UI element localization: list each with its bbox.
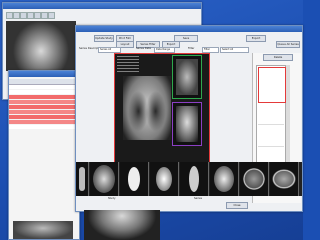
chest-xray-image: [123, 76, 171, 140]
main-viewer-window[interactable]: Update Study Print Film Save Export Layo…: [75, 25, 303, 212]
series-date-label: Series Date: [136, 47, 152, 50]
delete-button[interactable]: Delete: [263, 54, 293, 61]
queue-all-series-button[interactable]: Queue All Series: [276, 41, 300, 48]
list-row[interactable]: [9, 110, 79, 114]
list-row[interactable]: [9, 95, 79, 99]
zoom-icon[interactable]: [13, 12, 20, 19]
back-window-toolbar: [6, 12, 66, 19]
list-row[interactable]: [9, 85, 79, 89]
grid-icon[interactable]: [48, 12, 55, 19]
back-window-titlebar[interactable]: [3, 3, 201, 9]
ct-abdomen-icon[interactable]: [270, 162, 299, 196]
list-window-titlebar[interactable]: [9, 71, 79, 77]
thumbnail-strip[interactable]: [76, 162, 302, 196]
pan-icon[interactable]: [20, 12, 27, 19]
list-row[interactable]: [9, 115, 79, 119]
close-button[interactable]: Close: [226, 202, 248, 209]
list-row[interactable]: [9, 100, 79, 104]
tertiary-viewer-frame[interactable]: [172, 102, 202, 146]
list-row[interactable]: [9, 90, 79, 94]
slot-item[interactable]: [258, 126, 284, 147]
list-row[interactable]: [9, 125, 79, 129]
study-list-window[interactable]: [8, 70, 80, 240]
filter-label: Filter: [188, 47, 195, 50]
lower-xray-image: [84, 210, 160, 240]
list-row[interactable]: [9, 105, 79, 109]
slot-item[interactable]: [258, 104, 284, 125]
main-window-titlebar[interactable]: [76, 26, 302, 32]
back-xray-image: [6, 21, 76, 71]
secondary-viewer-frame[interactable]: [172, 55, 202, 99]
study-label: Study: [108, 197, 116, 200]
xray-head-icon[interactable]: [120, 162, 149, 196]
xray-hand-icon[interactable]: [150, 162, 179, 196]
arrow-icon[interactable]: [6, 12, 13, 19]
list-row[interactable]: [9, 120, 79, 124]
tertiary-xray-image: [176, 106, 198, 142]
series-label: Series: [194, 197, 202, 200]
ct-brain-icon[interactable]: [240, 162, 269, 196]
rotate-icon[interactable]: [34, 12, 41, 19]
update-study-button[interactable]: Update Study: [94, 35, 114, 42]
contrast-icon[interactable]: [27, 12, 34, 19]
list-preview-image: [13, 221, 73, 239]
slot-item-selected[interactable]: [258, 67, 286, 103]
xray-chest-icon[interactable]: [90, 162, 119, 196]
xray-knee-icon[interactable]: [210, 162, 239, 196]
info-overlay: [117, 56, 139, 72]
export-button[interactable]: Export: [246, 35, 266, 42]
select-all-dropdown[interactable]: Select All: [220, 47, 249, 53]
secondary-xray-image: [176, 59, 198, 95]
flip-icon[interactable]: [41, 12, 48, 19]
xray-pelvis-icon[interactable]: [180, 162, 209, 196]
xray-spine-icon[interactable]: [76, 162, 89, 196]
